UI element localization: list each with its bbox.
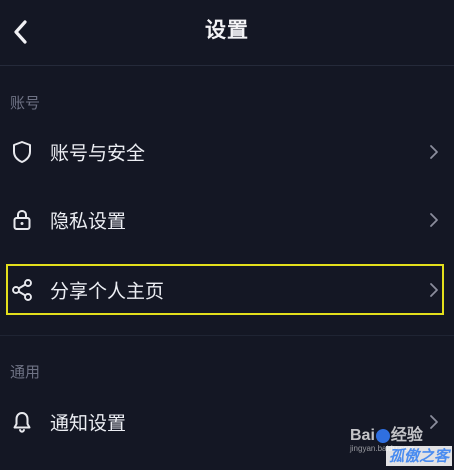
chevron-right-icon: [430, 213, 438, 227]
header-divider: [0, 65, 454, 66]
section-label-general: 通用: [10, 363, 41, 381]
top-bar: 设置: [0, 0, 454, 62]
settings-row-label: 账号与安全: [50, 142, 146, 165]
settings-row-privacy[interactable]: 隐私设置: [0, 192, 454, 248]
settings-row-label: 通知设置: [50, 412, 127, 435]
chevron-right-icon: [430, 415, 438, 429]
highlight-box: [6, 264, 444, 315]
bell-icon: [9, 409, 35, 435]
site-watermark: 孤傲之客: [385, 446, 452, 466]
section-label-account: 账号: [10, 94, 41, 112]
chevron-right-icon: [430, 145, 438, 159]
baidu-jingyan-watermark: Bai 经验: [350, 427, 423, 444]
lock-icon: [9, 207, 35, 233]
page-title: 设置: [205, 18, 249, 42]
settings-row-account-security[interactable]: 账号与安全: [0, 124, 454, 180]
settings-row-label: 隐私设置: [50, 210, 127, 233]
section-divider: [0, 335, 454, 336]
baidu-paw-icon: [375, 428, 390, 443]
shield-icon: [9, 139, 35, 165]
